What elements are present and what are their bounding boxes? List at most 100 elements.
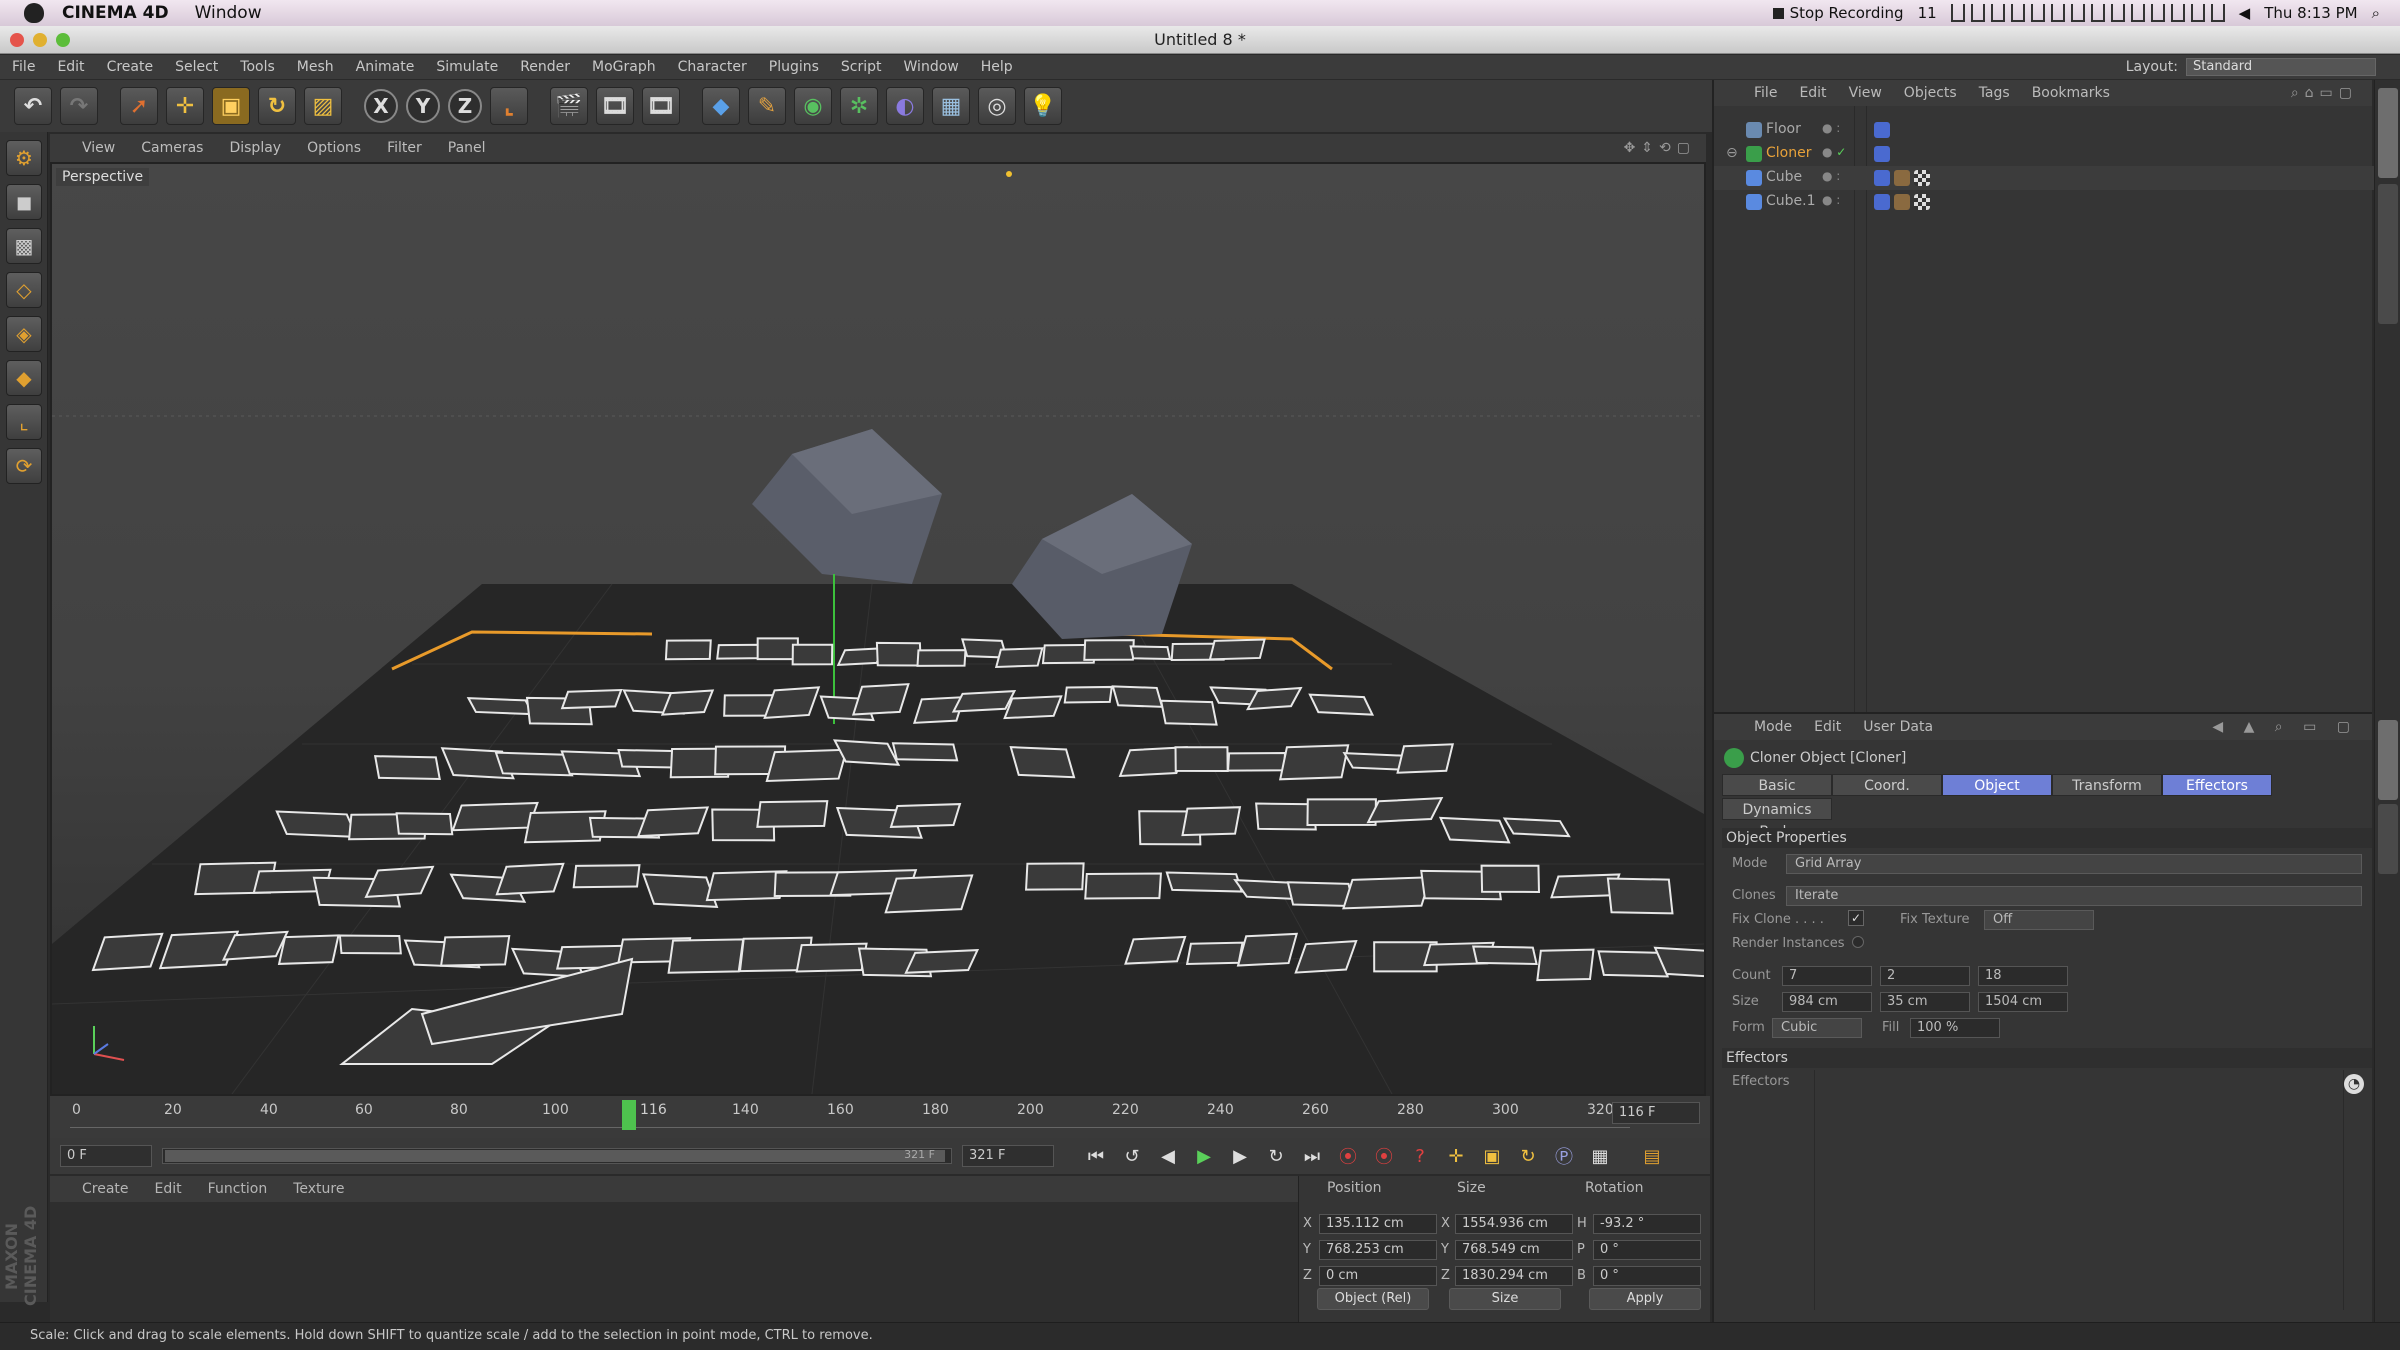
menu-select[interactable]: Select [175, 59, 218, 75]
ai-badge[interactable]: 11 [1918, 4, 1937, 22]
mat-menu-edit[interactable]: Edit [155, 1181, 182, 1197]
tab-basic[interactable]: Basic [1722, 774, 1832, 796]
tab-dynamics-body[interactable]: Dynamics Body [1722, 798, 1832, 840]
objects-side-tab[interactable] [2378, 88, 2398, 178]
tab-object[interactable]: Object [1942, 774, 2052, 796]
size-x-field[interactable]: 1554.936 cm [1455, 1214, 1573, 1234]
size-y-param[interactable]: 35 cm [1880, 992, 1970, 1012]
obj-search-icon[interactable]: ⌕⌂▭▢ [2291, 85, 2358, 101]
position-x-field[interactable]: 135.112 cm [1319, 1214, 1437, 1234]
scheme-icon[interactable]: ▤ [1638, 1142, 1666, 1170]
position-z-field[interactable]: 0 cm [1319, 1266, 1437, 1286]
object-row-cloner[interactable]: ⊖ Cloner ● ✓ [1714, 142, 2374, 166]
mac-window-menu[interactable]: Window [195, 3, 262, 23]
vp-menu-panel[interactable]: Panel [448, 140, 486, 156]
tab-coord[interactable]: Coord. [1832, 774, 1942, 796]
vp-menu-cameras[interactable]: Cameras [141, 140, 203, 156]
make-editable-icon[interactable]: ⚙ [6, 140, 42, 176]
mat-menu-texture[interactable]: Texture [293, 1181, 344, 1197]
obj-menu-tags[interactable]: Tags [1979, 85, 2010, 101]
app-menu-cinema4d[interactable]: CINEMA 4D [62, 3, 169, 23]
rotate-tool-icon[interactable]: ↻ [258, 87, 296, 125]
cube-primitive-icon[interactable]: ◆ [702, 87, 740, 125]
menu-create[interactable]: Create [107, 59, 154, 75]
render-instances-checkbox[interactable] [1852, 936, 1864, 948]
spotlight-search-icon[interactable]: ⌕ [2372, 4, 2380, 22]
menu-help[interactable]: Help [981, 59, 1013, 75]
visibility-dots[interactable]: ● : [1822, 121, 1840, 135]
effectors-add-icon[interactable]: ◔ [2344, 1074, 2364, 1094]
render-view-icon[interactable]: 🎬 [550, 87, 588, 125]
object-row-cube[interactable]: Cube ● : [1714, 166, 2374, 190]
spline-pen-icon[interactable]: ✎ [748, 87, 786, 125]
z-axis-lock-icon[interactable]: Z [448, 89, 482, 123]
edge-mode-icon[interactable]: ◈ [6, 316, 42, 352]
polygon-mode-icon[interactable]: ◆ [6, 360, 42, 396]
menu-simulate[interactable]: Simulate [436, 59, 498, 75]
tab-transform[interactable]: Transform [2052, 774, 2162, 796]
menu-mograph[interactable]: MoGraph [592, 59, 656, 75]
move-tool-icon[interactable]: ✛ [166, 87, 204, 125]
visibility-dots[interactable]: ● : [1822, 169, 1840, 183]
menu-mesh[interactable]: Mesh [297, 59, 334, 75]
preview-range-handle[interactable] [165, 1150, 945, 1162]
size-x-param[interactable]: 984 cm [1782, 992, 1872, 1012]
y-axis-lock-icon[interactable]: Y [406, 89, 440, 123]
axis-mode-icon[interactable]: ⌞ [6, 404, 42, 440]
effectors-list[interactable] [1814, 1070, 2344, 1310]
dynamics-tag-icon[interactable] [1874, 194, 1890, 210]
texture-mode-icon[interactable]: ▩ [6, 228, 42, 264]
mode-select[interactable]: Grid Array [1786, 854, 2362, 874]
autokey-icon[interactable]: ⦿ [1370, 1142, 1398, 1170]
menu-plugins[interactable]: Plugins [769, 59, 819, 75]
deformer-icon[interactable]: ◐ [886, 87, 924, 125]
menu-file[interactable]: File [12, 59, 35, 75]
subdivision-surface-icon[interactable]: ◉ [794, 87, 832, 125]
texture-tag-icon[interactable] [1914, 170, 1930, 186]
coord-mode-select[interactable]: Object (Rel) [1317, 1288, 1429, 1310]
form-select[interactable]: Cubic [1772, 1018, 1862, 1038]
scale-tool-icon[interactable]: ▣ [212, 87, 250, 125]
menu-edit[interactable]: Edit [57, 59, 84, 75]
end-frame-field[interactable]: 321 F [962, 1145, 1054, 1167]
next-frame-icon[interactable]: ▶ [1226, 1142, 1254, 1170]
record-keys-icon[interactable]: ⦿ [1334, 1142, 1362, 1170]
clones-select[interactable]: Iterate [1786, 886, 2362, 906]
floor-scene-icon[interactable]: ▦ [932, 87, 970, 125]
snap-icon[interactable]: ⟳ [6, 448, 42, 484]
stop-recording[interactable]: Stop Recording [1772, 4, 1904, 22]
menu-render[interactable]: Render [520, 59, 570, 75]
menu-window[interactable]: Window [904, 59, 959, 75]
count-y-field[interactable]: 2 [1880, 966, 1970, 986]
attr-nav-icons[interactable]: ◀ ▲ ⌕ ▭ ▢ [2212, 719, 2358, 735]
undo-icon[interactable]: ↶ [14, 87, 52, 125]
rotation-h-field[interactable]: -93.2 ° [1593, 1214, 1701, 1234]
visibility-dots[interactable]: ● ✓ [1822, 145, 1846, 159]
redo-icon[interactable]: ↷ [60, 87, 98, 125]
fill-field[interactable]: 100 % [1910, 1018, 2000, 1038]
3d-viewport[interactable]: Perspective [50, 162, 1706, 1096]
apple-icon[interactable] [24, 3, 44, 23]
expand-toggle-icon[interactable]: ⊖ [1726, 145, 1738, 161]
apply-button[interactable]: Apply [1589, 1288, 1701, 1310]
obj-menu-bookmarks[interactable]: Bookmarks [2032, 85, 2110, 101]
go-to-start-icon[interactable]: ⏮ [1082, 1142, 1110, 1170]
menu-script[interactable]: Script [841, 59, 882, 75]
attributes-side-tab[interactable] [2378, 720, 2398, 800]
fix-clone-checkbox[interactable]: ✓ [1848, 910, 1864, 926]
timeline-ruler[interactable]: 0 20 40 60 80 100 116 140 160 180 200 22… [70, 1100, 1630, 1130]
obj-menu-file[interactable]: File [1754, 85, 1777, 101]
point-level-anim-icon[interactable]: ▦ [1586, 1142, 1614, 1170]
rotation-b-field[interactable]: 0 ° [1593, 1266, 1701, 1286]
model-mode-icon[interactable]: ◼ [6, 184, 42, 220]
parameter-key-icon[interactable]: Ⓟ [1550, 1142, 1578, 1170]
obj-menu-objects[interactable]: Objects [1904, 85, 1957, 101]
count-x-field[interactable]: 7 [1782, 966, 1872, 986]
fix-texture-select[interactable]: Off [1984, 910, 2094, 930]
x-axis-lock-icon[interactable]: X [364, 89, 398, 123]
play-icon[interactable]: ▶ [1190, 1142, 1218, 1170]
viewport-camera-label[interactable]: Perspective [56, 168, 150, 186]
go-to-end-icon[interactable]: ⏭ [1298, 1142, 1326, 1170]
menu-character[interactable]: Character [678, 59, 747, 75]
content-browser-side-tab[interactable] [2378, 184, 2398, 324]
